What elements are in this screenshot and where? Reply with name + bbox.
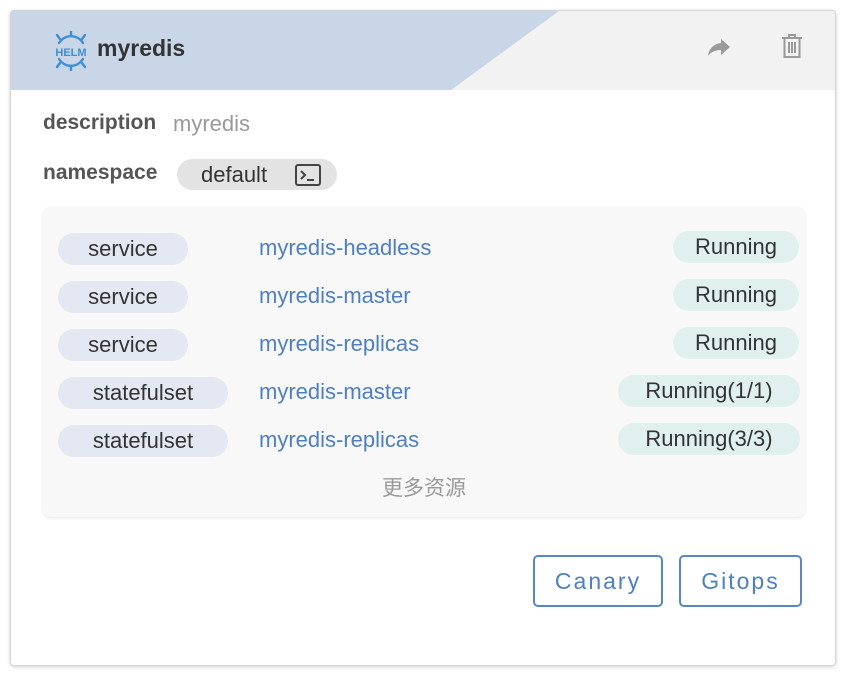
terminal-icon[interactable] [295,164,321,186]
description-value: myredis [173,111,251,136]
share-arrow-icon[interactable] [707,35,731,59]
resource-status-badge: Running [673,279,799,311]
release-title: myredis [97,35,186,61]
resource-list: service myredis-headless Running service… [43,207,805,517]
namespace-chip: default [177,159,337,190]
helm-wheel-icon: HELM [55,31,87,71]
helm-release-card: HELM myredis description myredis namespa… [10,10,836,666]
namespace-label: namespace [43,161,158,184]
resource-row: service myredis-headless Running [43,231,805,267]
namespace-value: default [201,162,268,187]
canary-button[interactable]: Canary [533,555,663,607]
resource-name-link[interactable]: myredis-headless [259,235,431,261]
resource-name-link[interactable]: myredis-master [259,283,411,309]
resource-status-badge: Running [673,327,799,359]
resource-kind-badge: statefulset [58,425,228,457]
gitops-button[interactable]: Gitops [679,555,802,607]
resource-status-badge: Running [673,231,799,263]
resource-name-link[interactable]: myredis-master [259,379,411,405]
resource-row: service myredis-replicas Running [43,327,805,363]
trash-icon[interactable] [781,33,803,59]
helm-logo-text: HELM [55,47,86,59]
resource-row: service myredis-master Running [43,279,805,315]
resource-kind-badge: statefulset [58,377,228,409]
card-header: HELM myredis [11,11,835,90]
resource-kind-badge: service [58,329,188,361]
resource-kind-badge: service [58,281,188,313]
resource-status-badge: Running(3/3) [618,423,800,455]
resource-row: statefulset myredis-replicas Running(3/3… [43,423,805,459]
more-resources-link[interactable]: 更多资源 [43,472,805,502]
resource-name-link[interactable]: myredis-replicas [259,331,419,357]
resource-status-badge: Running(1/1) [618,375,800,407]
resource-kind-badge: service [58,233,188,265]
description-label: description [43,111,157,134]
resource-name-link[interactable]: myredis-replicas [259,427,419,453]
resource-row: statefulset myredis-master Running(1/1) [43,375,805,411]
